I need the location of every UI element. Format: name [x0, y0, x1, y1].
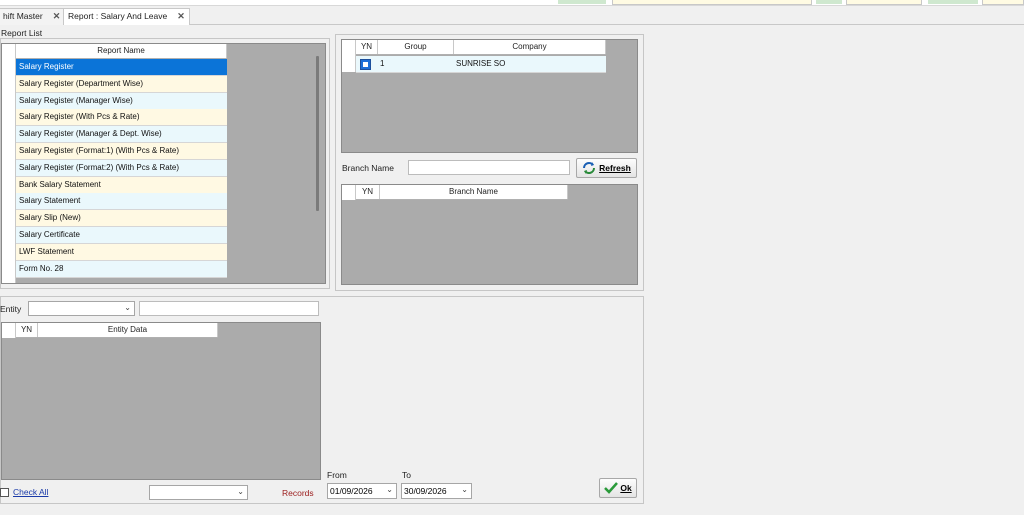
to-date-value: 30/09/2026: [404, 486, 447, 496]
group-cell: 1: [380, 59, 385, 68]
column-header-yn: YN: [16, 323, 38, 337]
column-header-report-name: Report Name: [16, 44, 227, 58]
empty-workspace: [644, 26, 1024, 515]
refresh-label: Refresh: [599, 163, 631, 173]
toolbar-field[interactable]: [612, 0, 812, 5]
row-header-column: [2, 44, 16, 283]
column-header-entity-data: Entity Data: [38, 323, 218, 337]
column-header-yn: YN: [356, 185, 380, 199]
report-list-grid[interactable]: Report Name Salary Register Salary Regist…: [1, 43, 326, 284]
entity-dropdown-value: [29, 303, 32, 312]
company-grid-header: YN Group Company: [356, 40, 606, 55]
list-item[interactable]: LWF Statement: [16, 243, 227, 261]
tab-label: Report : Salary And Leave: [68, 11, 168, 21]
check-all-label[interactable]: Check All: [13, 487, 48, 497]
column-header-branch-name: Branch Name: [380, 185, 568, 199]
list-item[interactable]: Bank Salary Statement: [16, 176, 227, 194]
ok-button[interactable]: Ok: [599, 478, 637, 498]
table-row[interactable]: 1 SUNRISE SO: [356, 56, 606, 73]
chevron-down-icon: ⌄: [237, 487, 244, 496]
row-header-column: [2, 323, 16, 338]
column-header-group: Group: [378, 40, 454, 54]
to-label: To: [402, 470, 411, 480]
tab-shift-master[interactable]: hift Master ✕: [0, 8, 66, 25]
row-header-column: [342, 185, 356, 200]
refresh-icon: [582, 161, 596, 175]
list-item[interactable]: Salary Register (With Pcs & Rate): [16, 109, 227, 127]
close-icon[interactable]: ✕: [177, 11, 185, 21]
close-icon[interactable]: ✕: [53, 11, 61, 21]
report-grid-header: Report Name: [16, 44, 227, 59]
branch-name-input[interactable]: [408, 160, 570, 175]
tab-bar: hift Master ✕ Report : Salary And Leave ✕: [0, 6, 1024, 25]
tab-label: hift Master: [3, 11, 43, 21]
list-item[interactable]: Salary Register (Manager & Dept. Wise): [16, 126, 227, 144]
chevron-down-icon: ⌄: [124, 303, 131, 312]
list-item[interactable]: Salary Register (Department Wise): [16, 75, 227, 93]
scrollbar-thumb[interactable]: [316, 56, 319, 211]
list-item[interactable]: Salary Statement: [16, 193, 227, 211]
from-date-picker[interactable]: 01/09/2026 ⌄: [327, 483, 397, 499]
list-item[interactable]: Salary Certificate: [16, 227, 227, 244]
entity-text-input[interactable]: [139, 301, 319, 316]
entity-grid[interactable]: YN Entity Data: [1, 322, 321, 480]
branch-name-label: Branch Name: [342, 163, 394, 173]
list-item[interactable]: Salary Register: [16, 59, 227, 76]
chevron-down-icon: ⌄: [386, 485, 393, 494]
toolbar-field-green: [928, 0, 978, 4]
entity-dropdown[interactable]: ⌄: [28, 301, 135, 316]
list-item[interactable]: Salary Slip (New): [16, 210, 227, 228]
records-label: Records: [282, 488, 314, 498]
toolbar-field[interactable]: [846, 0, 922, 5]
checkmark-icon: [604, 482, 619, 494]
toolbar-field-green: [816, 0, 842, 4]
to-date-picker[interactable]: 30/09/2026 ⌄: [401, 483, 472, 499]
from-label: From: [327, 470, 347, 480]
report-list-title: Report List: [1, 28, 43, 38]
records-dropdown[interactable]: ⌄: [149, 485, 248, 500]
entity-grid-header: YN Entity Data: [16, 323, 218, 338]
toolbar-field[interactable]: [982, 0, 1024, 5]
company-grid[interactable]: YN Group Company 1 SUNRISE SO: [341, 39, 638, 153]
check-all[interactable]: Check All: [0, 487, 48, 497]
list-item[interactable]: Form No. 28: [16, 260, 227, 278]
column-header-yn: YN: [356, 40, 378, 54]
refresh-button[interactable]: Refresh: [576, 158, 637, 178]
column-header-company: Company: [454, 40, 606, 54]
ok-label: Ok: [620, 483, 632, 493]
list-item[interactable]: Salary Register (Manager Wise): [16, 92, 227, 110]
list-item[interactable]: Salary Register (Format:2) (With Pcs & R…: [16, 159, 227, 177]
records-dropdown-value: [150, 487, 153, 496]
list-item[interactable]: Salary Register (Format:1) (With Pcs & R…: [16, 143, 227, 160]
yn-cell: [356, 56, 378, 72]
tab-report-salary-and-leave[interactable]: Report : Salary And Leave ✕: [63, 8, 190, 25]
chevron-down-icon: ⌄: [461, 485, 468, 494]
company-cell: SUNRISE SO: [456, 59, 506, 68]
yn-checkbox[interactable]: [360, 59, 371, 70]
row-header-column: [342, 40, 356, 72]
toolbar-field-green: [558, 0, 606, 4]
entity-label: Entity: [0, 304, 22, 314]
check-all-checkbox[interactable]: [0, 487, 9, 497]
from-date-value: 01/09/2026: [330, 486, 373, 496]
branch-grid-header: YN Branch Name: [356, 185, 568, 200]
branch-grid[interactable]: YN Branch Name: [341, 184, 638, 285]
